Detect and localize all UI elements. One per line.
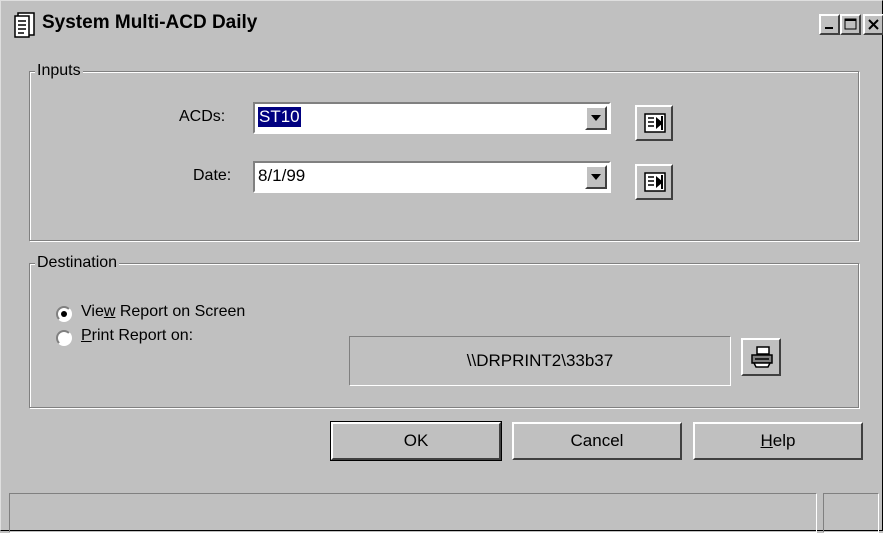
print-report-radio[interactable]	[56, 330, 72, 346]
window-title: System Multi-ACD Daily	[42, 12, 258, 33]
acds-dropdown-button[interactable]	[585, 106, 607, 130]
chevron-down-icon	[591, 174, 601, 180]
radio-selected-dot	[61, 311, 67, 317]
maximize-icon	[844, 18, 857, 30]
printer-select-button[interactable]	[741, 338, 781, 376]
acds-label: ACDs:	[179, 108, 226, 125]
date-value: 8/1/99	[258, 166, 306, 185]
date-label: Date:	[193, 167, 232, 184]
view-on-screen-radio[interactable]	[56, 306, 72, 322]
chevron-down-icon	[591, 115, 601, 121]
minimize-icon	[825, 27, 833, 29]
date-dropdown-button[interactable]	[585, 165, 607, 189]
inputs-group-label: Inputs	[35, 62, 83, 80]
title-bar[interactable]: System Multi-ACD Daily	[4, 4, 883, 44]
report-document-icon	[14, 12, 36, 38]
destination-group-label: Destination	[35, 254, 120, 272]
select-list-icon	[644, 172, 666, 192]
acds-select-button[interactable]	[635, 105, 673, 141]
status-bar	[9, 493, 817, 533]
status-bar-panel	[823, 493, 879, 533]
acds-combobox[interactable]: ST10	[253, 102, 611, 134]
close-icon	[868, 19, 879, 30]
cancel-button[interactable]: Cancel	[512, 422, 682, 460]
date-combobox[interactable]: 8/1/99	[253, 161, 611, 193]
help-button[interactable]: Help	[693, 422, 863, 460]
date-select-button[interactable]	[635, 164, 673, 200]
dialog-window: System Multi-ACD Daily Inputs ACDs: ST10…	[0, 0, 883, 533]
maximize-button[interactable]	[840, 14, 861, 35]
printer-icon	[751, 346, 773, 368]
minimize-button[interactable]	[819, 14, 840, 35]
view-on-screen-label[interactable]: View Report on Screen	[81, 303, 245, 321]
print-report-label[interactable]: Print Report on:	[81, 327, 193, 345]
select-list-icon	[644, 113, 666, 133]
acds-value: ST10	[258, 107, 301, 127]
printer-path-field: \\DRPRINT2\33b37	[349, 336, 731, 386]
inputs-group	[29, 71, 859, 241]
close-button[interactable]	[863, 14, 883, 35]
ok-button[interactable]: OK	[330, 421, 502, 461]
